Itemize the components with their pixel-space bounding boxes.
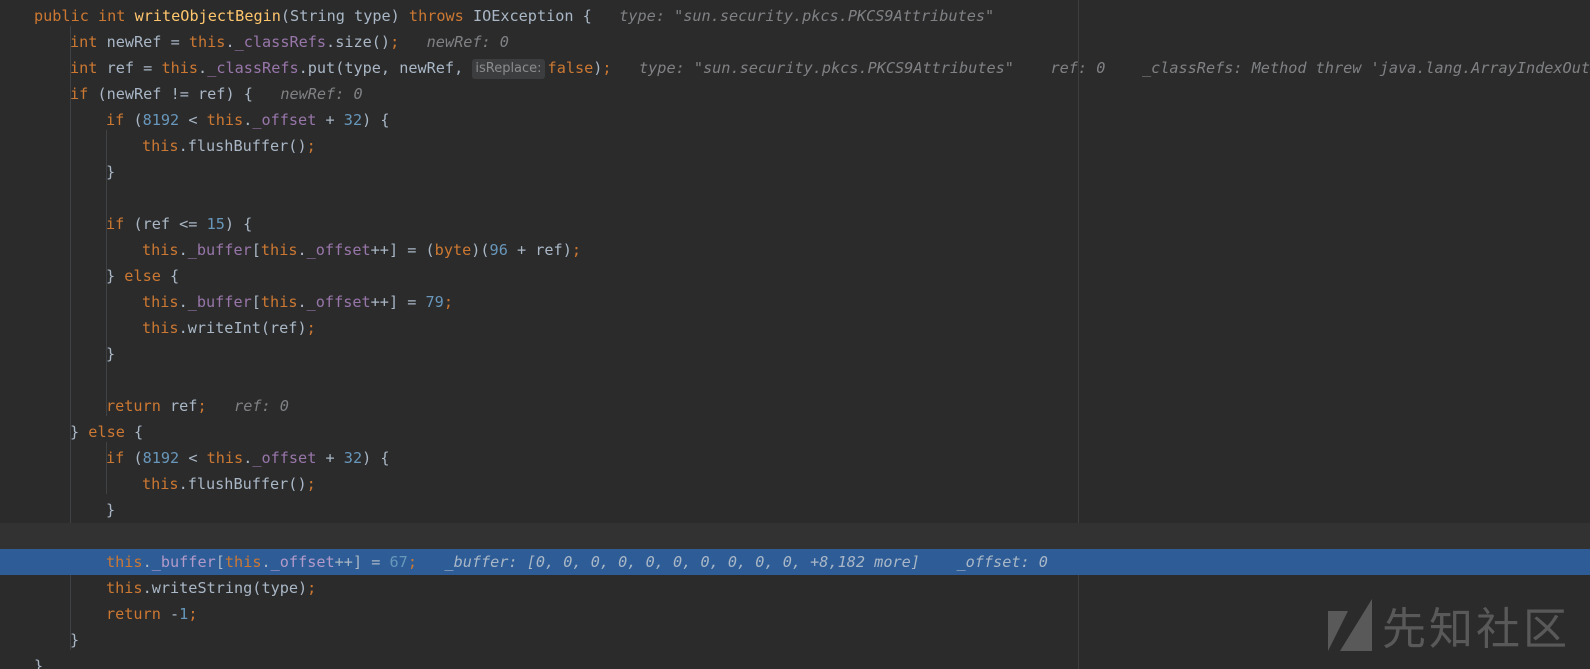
code-line-10[interactable]: this._buffer[this._offset++] = (byte)(96… [0, 237, 1590, 263]
inline-value-classrefs: _classRefs: Method threw 'java.lang.Arra… [1141, 59, 1590, 77]
parameter-hint-isreplace: isReplace: [472, 59, 545, 79]
watermark-text: 先知社区 [1382, 604, 1570, 655]
code-line-3[interactable]: int ref = this._classRefs.put(type, newR… [0, 55, 1590, 81]
code-line-16[interactable]: return ref; ref: 0 [0, 393, 1590, 419]
inline-value-type: type: "sun.security.pkcs.PKCS9Attributes… [639, 59, 1014, 77]
inline-value-offset: _offset: 0 [956, 553, 1048, 571]
code-line-5[interactable]: if (8192 < this._offset + 32) { [0, 107, 1590, 133]
code-line-14[interactable]: } [0, 341, 1590, 367]
inline-value-newref: newRef: 0 [426, 33, 509, 51]
code-line-9[interactable]: if (ref <= 15) { [0, 211, 1590, 237]
code-line-21[interactable] [0, 523, 1590, 549]
code-line-19[interactable]: this.flushBuffer(); [0, 471, 1590, 497]
watermark: 先知社区 [1326, 593, 1570, 657]
inline-value-ref: ref: 0 [234, 397, 289, 415]
code-line-17[interactable]: } else { [0, 419, 1590, 445]
code-line-11[interactable]: } else { [0, 263, 1590, 289]
xianzhi-logo-icon [1328, 599, 1372, 651]
code-line-18[interactable]: if (8192 < this._offset + 32) { [0, 445, 1590, 471]
code-line-8[interactable] [0, 185, 1590, 211]
code-line-1[interactable]: public int writeObjectBegin(String type)… [0, 3, 1590, 29]
execution-point-line[interactable]: this._buffer[this._offset++] = 67; _buff… [0, 549, 1590, 575]
inline-value-type: type: "sun.security.pkcs.PKCS9Attributes… [619, 7, 995, 25]
code-line-20[interactable]: } [0, 497, 1590, 523]
code-line-13[interactable]: this.writeInt(ref); [0, 315, 1590, 341]
code-editor[interactable]: public int writeObjectBegin(String type)… [0, 0, 1590, 669]
code-line-2[interactable]: int newRef = this._classRefs.size(); new… [0, 29, 1590, 55]
code-line-7[interactable]: } [0, 159, 1590, 185]
inline-value-buffer: _buffer: [0, 0, 0, 0, 0, 0, 0, 0, 0, 0, … [444, 553, 920, 571]
code-line-4[interactable]: if (newRef != ref) { newRef: 0 [0, 81, 1590, 107]
code-line-15[interactable] [0, 367, 1590, 393]
code-line-12[interactable]: this._buffer[this._offset++] = 79; [0, 289, 1590, 315]
inline-value-newref: newRef: 0 [280, 85, 363, 103]
inline-value-ref: ref: 0 [1050, 59, 1106, 77]
code-line-6[interactable]: this.flushBuffer(); [0, 133, 1590, 159]
